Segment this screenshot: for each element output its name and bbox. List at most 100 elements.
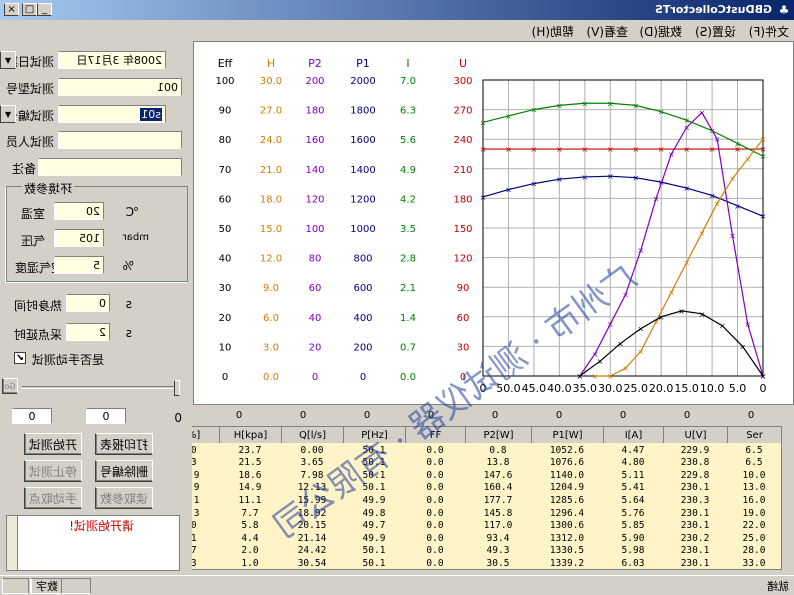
app-window: { "window":{"title":"GBDustCollectorTS"}… — [0, 0, 794, 595]
series-point-u: × — [480, 145, 487, 154]
close-button[interactable]: × — [4, 3, 19, 16]
series-point-u: × — [709, 145, 716, 154]
date-dropdown-icon[interactable]: ▼ — [0, 51, 16, 69]
column-header[interactable]: Q[l/s] — [281, 427, 343, 443]
legend-value: 9.0 — [263, 283, 279, 294]
legend-value: 30.0 — [260, 76, 282, 87]
pressure-field[interactable]: 105 — [54, 229, 104, 247]
table-cell: 230.1 — [680, 482, 710, 494]
column-header[interactable]: P2[W] — [465, 427, 531, 443]
status-text: 就绪 — [92, 578, 792, 594]
series-point-p2: × — [714, 135, 721, 144]
series-point-eff: × — [658, 313, 665, 322]
series-point-h: × — [592, 372, 599, 381]
column-header[interactable]: U[V] — [663, 427, 727, 443]
series-point-u: × — [581, 145, 588, 154]
series-point-p2: × — [729, 231, 736, 240]
column-header[interactable]: Ser — [727, 427, 781, 443]
slider[interactable] — [22, 378, 180, 400]
slider-value-2[interactable]: 0 — [12, 408, 52, 424]
start-test-button[interactable]: 开始测试 — [24, 433, 82, 455]
menu-data[interactable]: 数据(D) — [639, 23, 682, 40]
table-cell: 147.6 — [483, 469, 513, 481]
model-field[interactable]: 001 — [58, 78, 182, 96]
room-temp-field[interactable]: 20 — [54, 202, 104, 220]
table-cell: 1285.6 — [549, 494, 585, 506]
delete-serial-button[interactable]: 删除编号 — [95, 460, 153, 482]
table-cell: 49.9 — [362, 532, 386, 544]
humidity-unit: % — [122, 259, 134, 273]
pressure-label: 气压 — [20, 234, 45, 248]
series-point-p2: × — [607, 320, 614, 329]
delay-field[interactable]: 2 — [66, 323, 110, 341]
table-cell: 6.5 — [745, 457, 763, 469]
minimize-button[interactable]: _ — [37, 3, 52, 16]
x-tick-label: 40.0 — [547, 382, 572, 395]
series-point-h: × — [607, 372, 614, 381]
legend-header: P1 — [356, 57, 370, 70]
legend-value: 100 — [305, 224, 324, 235]
table-cell: 0.0 — [426, 532, 444, 544]
series-point-p1: × — [734, 202, 741, 211]
legend-value: 3.0 — [263, 342, 279, 353]
room-temp-label: 室温 — [20, 207, 45, 221]
warmup-field[interactable]: 0 — [66, 294, 110, 312]
date-field[interactable]: 2008年 3月17日 — [58, 51, 166, 69]
legend-value: 10 — [219, 342, 232, 353]
legend-value: 400 — [353, 313, 372, 324]
table-cell: 5.76 — [621, 507, 645, 519]
series-point-i: × — [607, 99, 614, 108]
manual-point-button[interactable]: 手动取点 — [24, 487, 82, 509]
table-cell: 0.0 — [426, 494, 444, 506]
legend-value: 210 — [453, 165, 472, 176]
legend-value: 140 — [305, 165, 324, 176]
table-cell: 49.7 — [362, 520, 386, 532]
serial-dropdown-icon[interactable]: ▼ — [0, 105, 16, 123]
go-button[interactable]: Go — [2, 378, 18, 394]
legend-value: 60 — [457, 313, 470, 324]
table-cell: 4.47 — [621, 444, 645, 456]
column-header[interactable]: H[kpa] — [219, 427, 281, 443]
table-cell: 10.0 — [742, 469, 766, 481]
menu-file[interactable]: 文件(F) — [749, 23, 789, 40]
room-temp-unit: ℃ — [125, 205, 139, 219]
slider-thumb[interactable] — [174, 380, 180, 396]
menu-settings[interactable]: 设置(S) — [695, 23, 736, 40]
stop-test-button[interactable]: 停止测试 — [24, 460, 82, 482]
legend-value: 90 — [457, 283, 470, 294]
maximize-button[interactable]: □ — [22, 3, 37, 16]
print-report-button[interactable]: 打印报表 — [95, 433, 153, 455]
table-cell: 1296.4 — [549, 507, 585, 519]
series-point-h: × — [699, 229, 706, 238]
person-field[interactable] — [58, 131, 182, 149]
series-point-i: × — [556, 101, 563, 110]
table-cell: 1.0 — [241, 557, 259, 569]
series-point-h: × — [760, 135, 767, 144]
legend-value: 180 — [305, 106, 324, 117]
table-cell: 1052.6 — [549, 444, 585, 456]
legend-value: 12.0 — [260, 254, 282, 265]
table-cell: 18.6 — [238, 469, 262, 481]
slider-value-1[interactable]: 0 — [86, 408, 126, 424]
table-cell: 5.85 — [621, 520, 645, 532]
x-tick-label: 25.0 — [623, 382, 648, 395]
read-params-button[interactable]: 读取参数 — [95, 487, 153, 509]
table-cell: 23.7 — [238, 444, 262, 456]
serial-field[interactable]: s01 — [58, 105, 166, 123]
series-point-eff: × — [739, 342, 746, 351]
legend-value: 150 — [453, 224, 472, 235]
manual-checkbox[interactable]: ✔ — [14, 352, 26, 364]
note-field[interactable] — [38, 158, 182, 176]
table-cell: 0.0 — [426, 557, 444, 569]
series-point-u: × — [632, 145, 639, 154]
message-scrollbar[interactable] — [7, 516, 18, 570]
column-header[interactable]: P1[W] — [531, 427, 603, 443]
menu-help[interactable]: 帮助(H) — [532, 23, 574, 40]
humidity-field[interactable]: 5 — [54, 256, 104, 274]
menu-view[interactable]: 查看(V) — [586, 23, 628, 40]
legend-value: 80 — [309, 254, 322, 265]
legend-value: 0.0 — [400, 372, 416, 383]
table-cell: 1140.0 — [549, 469, 585, 481]
column-header[interactable]: I[A] — [603, 427, 663, 443]
series-point-eff: × — [597, 357, 604, 366]
